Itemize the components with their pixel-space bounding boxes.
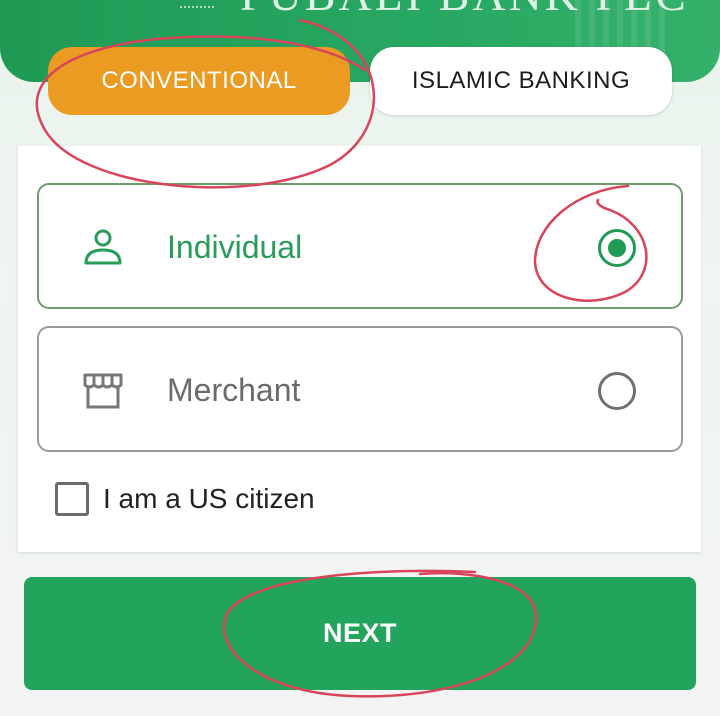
radio-individual[interactable]	[598, 229, 636, 267]
option-individual-label: Individual	[167, 229, 303, 265]
account-type-card: Individual Merchant I am a US citizen	[18, 146, 701, 552]
bank-seal-icon	[180, 0, 214, 8]
option-individual[interactable]: Individual	[37, 183, 683, 309]
us-citizen-checkbox[interactable]	[55, 482, 89, 516]
person-icon	[81, 227, 125, 267]
option-merchant[interactable]: Merchant	[37, 326, 683, 452]
option-merchant-label: Merchant	[167, 372, 301, 408]
us-citizen-row[interactable]: I am a US citizen	[55, 480, 315, 518]
store-icon	[81, 370, 125, 410]
tab-conventional[interactable]: CONVENTIONAL	[48, 47, 350, 115]
next-button[interactable]: NEXT	[24, 577, 696, 690]
us-citizen-label: I am a US citizen	[103, 483, 315, 514]
tab-islamic-banking[interactable]: ISLAMIC BANKING	[370, 47, 672, 115]
radio-merchant[interactable]	[598, 372, 636, 410]
